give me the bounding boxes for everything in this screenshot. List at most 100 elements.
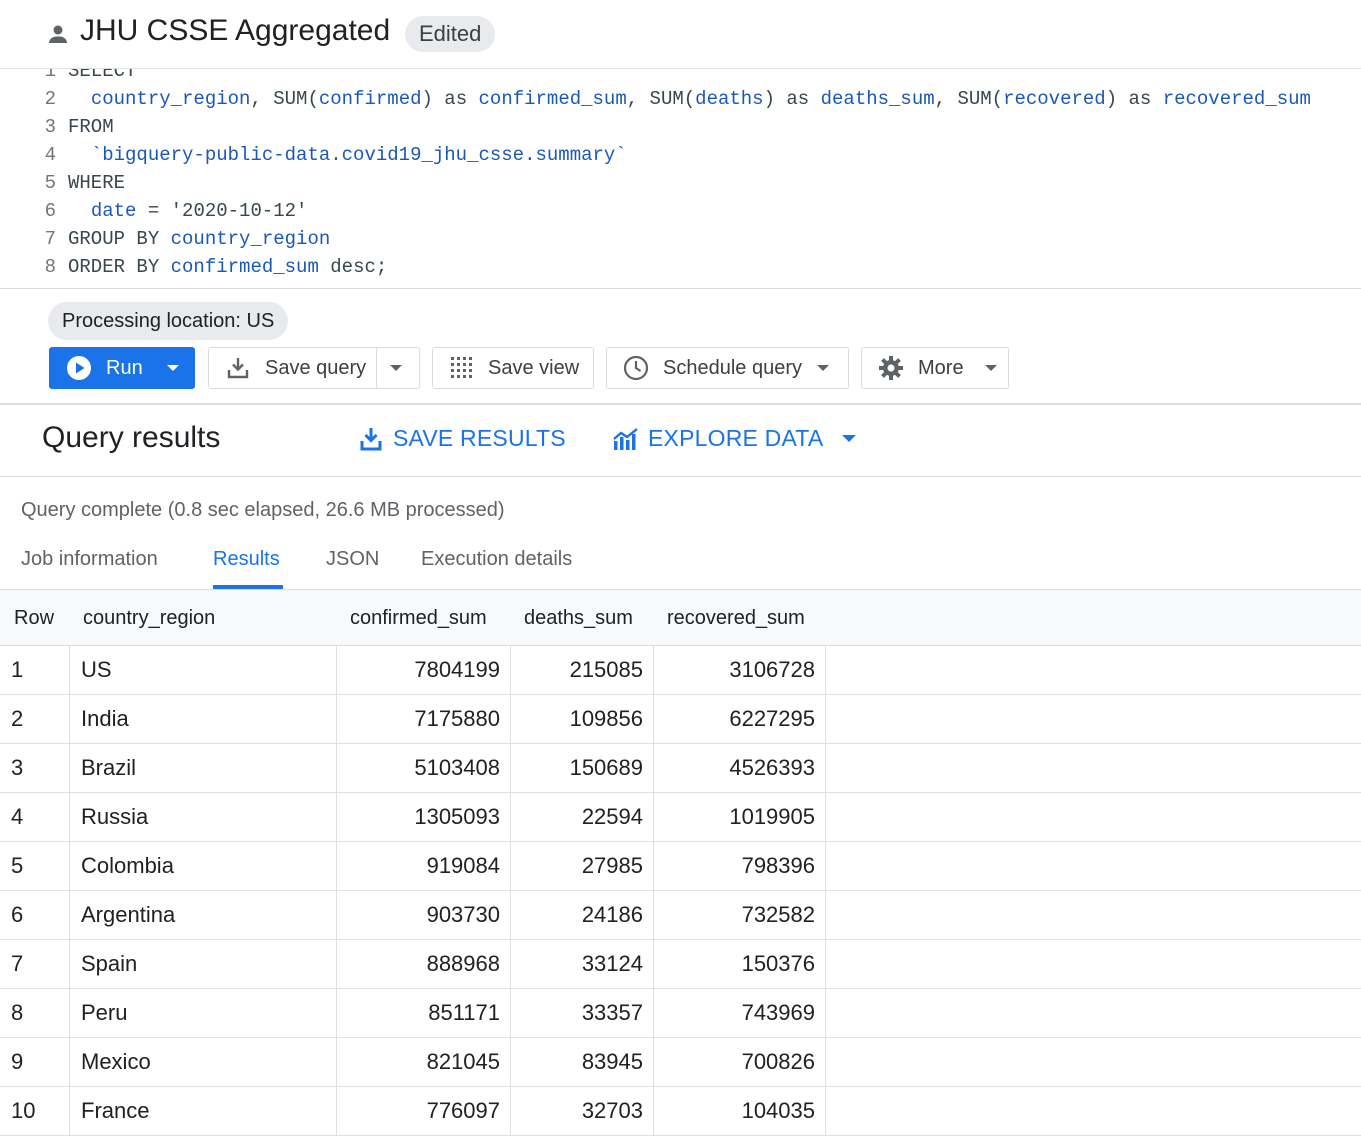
column-divider: [69, 891, 70, 939]
cell-recovered-sum: 104035: [741, 1098, 815, 1123]
button-divider: [376, 348, 378, 388]
column-header-row: Row: [14, 607, 55, 629]
cell-country-region: Peru: [81, 1000, 128, 1025]
line-number: 7: [44, 228, 56, 250]
download-icon: [360, 427, 382, 450]
column-divider: [825, 695, 826, 743]
code-text[interactable]: date = '2020-10-12': [68, 197, 308, 225]
table-row[interactable]: 9 Mexico 821045 83945 700826: [0, 1038, 1361, 1087]
code-text[interactable]: FROM: [68, 113, 114, 141]
column-divider: [69, 744, 70, 792]
code-line[interactable]: 7 GROUP BY country_region: [0, 225, 1361, 253]
cell-recovered-sum: 4526393: [729, 755, 815, 780]
line-number: 5: [44, 172, 56, 194]
code-line[interactable]: 4 `bigquery-public-data.covid19_jhu_csse…: [0, 141, 1361, 169]
query-results-title: Query results: [42, 421, 221, 454]
table-row[interactable]: 3 Brazil 5103408 150689 4526393: [0, 744, 1361, 793]
cell-row-number: 6: [11, 902, 24, 927]
code-line[interactable]: 3 FROM: [0, 113, 1361, 141]
code-line[interactable]: 1 SELECT: [0, 69, 1361, 85]
table-row[interactable]: 5 Colombia 919084 27985 798396: [0, 842, 1361, 891]
cell-deaths-sum: 33357: [581, 1000, 643, 1025]
save-results-button[interactable]: SAVE RESULTS: [360, 425, 566, 452]
more-button[interactable]: More: [861, 347, 1009, 389]
cell-country-region: US: [81, 657, 112, 682]
cell-recovered-sum: 732582: [741, 902, 815, 927]
column-divider: [69, 842, 70, 890]
cell-country-region: Brazil: [81, 755, 137, 780]
code-text[interactable]: country_region, SUM(confirmed) as confir…: [68, 85, 1311, 113]
chevron-down-icon[interactable]: [389, 364, 403, 372]
code-text[interactable]: GROUP BY country_region: [68, 225, 330, 253]
cell-confirmed-sum: 903730: [426, 902, 500, 927]
table-row[interactable]: 2 India 7175880 109856 6227295: [0, 695, 1361, 744]
run-button[interactable]: Run: [49, 347, 195, 389]
cell-row-number: 3: [11, 755, 24, 780]
tab-json[interactable]: JSON: [326, 548, 379, 571]
sql-editor[interactable]: 1 SELECT 2 country_region, SUM(confirmed) …: [0, 68, 1361, 289]
column-divider: [825, 891, 826, 939]
line-number: 2: [44, 88, 56, 110]
column-divider: [69, 1038, 70, 1086]
table-row[interactable]: 7 Spain 888968 33124 150376: [0, 940, 1361, 989]
column-header-deaths-sum: deaths_sum: [524, 607, 633, 629]
column-divider: [69, 989, 70, 1037]
cell-deaths-sum: 27985: [581, 853, 643, 878]
chevron-down-icon: [984, 365, 997, 371]
table-row[interactable]: 6 Argentina 903730 24186 732582: [0, 891, 1361, 940]
schedule-query-button[interactable]: Schedule query: [606, 347, 849, 389]
save-view-button[interactable]: Save view: [432, 347, 594, 389]
chevron-down-icon: [842, 435, 857, 442]
cell-row-number: 1: [11, 657, 24, 682]
column-divider: [825, 646, 826, 694]
tab-results[interactable]: Results: [213, 548, 280, 571]
table-row[interactable]: 4 Russia 1305093 22594 1019905: [0, 793, 1361, 842]
column-divider: [825, 989, 826, 1037]
code-text[interactable]: `bigquery-public-data.covid19_jhu_csse.s…: [68, 141, 627, 169]
table-row[interactable]: 8 Peru 851171 33357 743969: [0, 989, 1361, 1038]
explore-data-button[interactable]: EXPLORE DATA: [613, 425, 857, 452]
cell-recovered-sum: 743969: [741, 1000, 815, 1025]
more-label: More: [918, 356, 964, 379]
code-line[interactable]: 5 WHERE: [0, 169, 1361, 197]
chevron-down-icon[interactable]: [166, 364, 180, 372]
column-divider: [69, 646, 70, 694]
explore-data-label: EXPLORE DATA: [648, 425, 824, 451]
cell-recovered-sum: 150376: [741, 951, 815, 976]
clock-icon: [623, 355, 649, 381]
line-number: 8: [44, 256, 56, 278]
code-text[interactable]: SELECT: [68, 69, 136, 85]
column-divider: [825, 1038, 826, 1086]
column-divider: [69, 1087, 70, 1135]
cell-row-number: 8: [11, 1000, 24, 1025]
cell-deaths-sum: 150689: [569, 755, 643, 780]
column-header-confirmed-sum: confirmed_sum: [350, 607, 487, 629]
gear-icon: [879, 356, 903, 380]
code-text[interactable]: ORDER BY confirmed_sum desc;: [68, 253, 387, 281]
person-icon: [49, 25, 67, 43]
code-line[interactable]: 2 country_region, SUM(confirmed) as conf…: [0, 85, 1361, 113]
code-text[interactable]: WHERE: [68, 169, 125, 197]
download-icon: [227, 358, 249, 379]
code-line[interactable]: 8 ORDER BY confirmed_sum desc;: [0, 253, 1361, 281]
table-row[interactable]: 10 France 776097 32703 104035: [0, 1087, 1361, 1136]
cell-confirmed-sum: 1305093: [414, 804, 500, 829]
tab-job-information[interactable]: Job information: [21, 548, 158, 571]
save-query-button[interactable]: Save query: [208, 347, 420, 389]
table-header: Row country_region confirmed_sum deaths_…: [0, 590, 1361, 646]
divider: [0, 403, 1361, 405]
table-row[interactable]: 1 US 7804199 215085 3106728: [0, 646, 1361, 695]
column-header-country-region: country_region: [83, 607, 216, 629]
edited-badge: Edited: [405, 16, 496, 52]
cell-confirmed-sum: 7804199: [414, 657, 500, 682]
cell-deaths-sum: 24186: [581, 902, 643, 927]
cell-country-region: Spain: [81, 951, 138, 976]
tab-execution-details[interactable]: Execution details: [421, 548, 572, 571]
processing-location-chip[interactable]: Processing location: US: [48, 302, 289, 340]
cell-recovered-sum: 3106728: [729, 657, 815, 682]
code-line[interactable]: 6 date = '2020-10-12': [0, 197, 1361, 225]
cell-deaths-sum: 109856: [569, 706, 643, 731]
cell-country-region: Russia: [81, 804, 149, 829]
cell-country-region: Mexico: [81, 1049, 151, 1074]
cell-deaths-sum: 32703: [581, 1098, 643, 1123]
